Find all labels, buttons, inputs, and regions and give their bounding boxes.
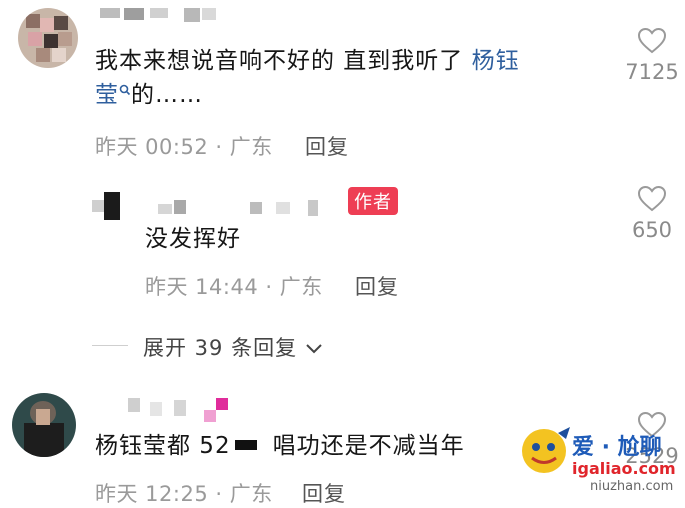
divider — [92, 345, 128, 346]
heart-icon[interactable] — [638, 186, 666, 212]
comment-text-tail: 的…… — [131, 82, 203, 108]
watermark-line1: 爱 · 尬聊 — [572, 435, 662, 460]
watermark: 爱 · 尬聊 igaliao.com niuzhan.com — [520, 425, 685, 500]
avatar-blurred[interactable] — [92, 192, 128, 220]
like-count: 7125 — [625, 60, 679, 84]
username-blurred[interactable] — [158, 196, 338, 216]
chevron-down-icon — [306, 344, 322, 354]
comment-text-tail: 唱功还是不减当年 — [272, 433, 465, 459]
reply-button[interactable]: 回复 — [305, 131, 349, 161]
avatar[interactable] — [12, 393, 76, 457]
comment-text-main: 我本来想说音响不好的 直到我听了 — [95, 48, 464, 74]
expand-replies-button[interactable]: 展开 39 条回复 — [143, 332, 323, 362]
reply-button[interactable]: 回复 — [355, 271, 399, 301]
username-blurred[interactable] — [118, 398, 238, 422]
comment-meta: 昨天 12:25 · 广东 — [95, 482, 273, 506]
comment-text: 没发挥好 — [145, 226, 241, 252]
avatar[interactable] — [18, 8, 78, 68]
mention-link-cont[interactable]: 莹 — [95, 82, 119, 108]
search-mini-icon[interactable] — [119, 84, 131, 98]
author-badge: 作者 — [348, 187, 398, 215]
redacted-block — [234, 439, 257, 450]
comment-text-main: 杨钰莹都 52 — [95, 433, 231, 459]
comment-text: 杨钰莹都 52 唱功还是不减当年 — [95, 429, 465, 463]
comment-text: 我本来想说音响不好的 直到我听了 杨钰 莹的…… — [95, 44, 595, 112]
expand-label: 展开 39 条回复 — [143, 336, 298, 360]
mention-link[interactable]: 杨钰 — [472, 48, 520, 74]
reply-button[interactable]: 回复 — [302, 478, 346, 508]
heart-icon[interactable] — [638, 28, 666, 54]
comment-meta: 昨天 00:52 · 广东 — [95, 135, 273, 159]
username-blurred[interactable] — [100, 8, 220, 22]
like-button[interactable]: 7125 — [612, 28, 685, 84]
like-button[interactable]: 650 — [612, 186, 685, 242]
watermark-logo-icon — [522, 427, 570, 473]
like-count: 650 — [631, 218, 673, 242]
watermark-line2: igaliao.com — [572, 459, 676, 478]
watermark-line3: niuzhan.com — [590, 479, 674, 494]
comment-meta: 昨天 14:44 · 广东 — [145, 275, 323, 299]
